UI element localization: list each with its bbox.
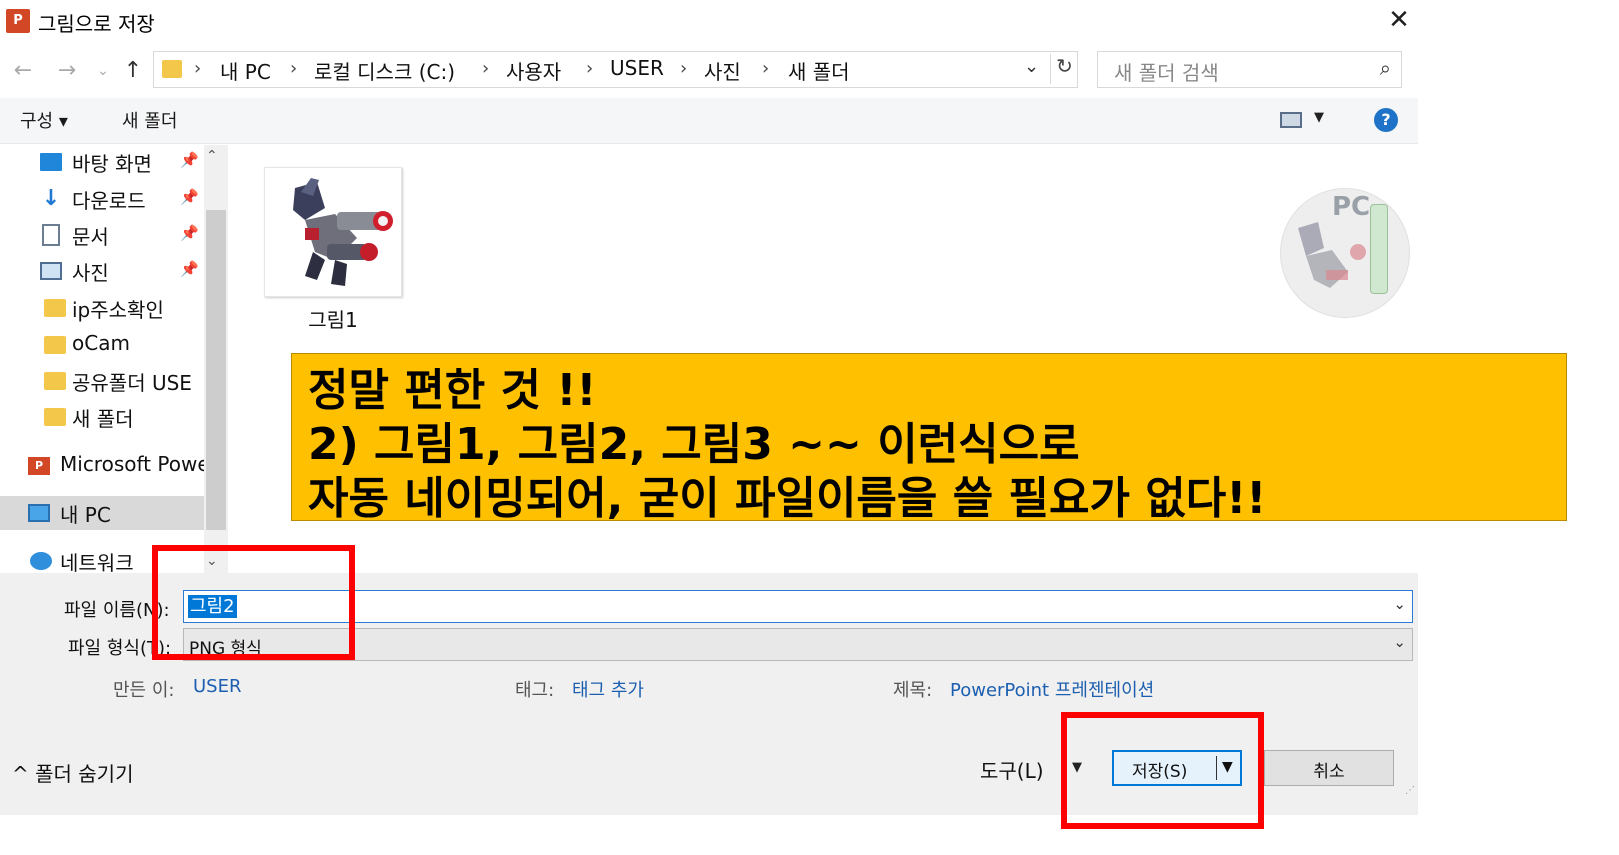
network-icon (30, 552, 52, 570)
author-value[interactable]: USER (193, 676, 241, 697)
scroll-up-icon[interactable]: ⌃ (206, 148, 218, 164)
breadcrumb-my-pc[interactable]: 내 PC (220, 56, 271, 85)
sidebar-item-my-pc[interactable]: 내 PC (0, 496, 204, 530)
sidebar-item-ocam[interactable]: oCam (0, 328, 204, 362)
folder-icon (162, 60, 182, 78)
breadcrumb-separator: › (762, 58, 770, 79)
sidebar-item-label: 다운로드 (72, 189, 146, 213)
sidebar-item-label: 네트워크 (60, 551, 134, 575)
breadcrumb-users[interactable]: 사용자 (506, 56, 561, 85)
sidebar-item-label: 내 PC (60, 503, 111, 527)
annotation-highlight-save (1061, 712, 1264, 829)
breadcrumb-separator: › (680, 58, 688, 79)
breadcrumb-pictures[interactable]: 사진 (704, 56, 741, 85)
pin-icon: 📌 (180, 260, 199, 278)
folder-icon (44, 408, 66, 426)
breadcrumb-separator: › (290, 58, 298, 79)
sidebar-item-label: 바탕 화면 (72, 152, 152, 176)
cancel-button[interactable]: 취소 (1264, 750, 1394, 786)
back-arrow-icon[interactable]: ← (10, 58, 36, 84)
view-dropdown-icon[interactable]: ▼ (1314, 110, 1324, 125)
sidebar-item-shared-folder[interactable]: 공유폴더 USE (0, 364, 204, 398)
search-input[interactable]: 새 폴더 검색 ⌕ (1097, 51, 1402, 88)
hide-folders-button[interactable]: ^ 폴더 숨기기 (12, 758, 133, 787)
soju-bottle-icon (1370, 204, 1388, 294)
powerpoint-app-icon: P (6, 9, 30, 33)
view-mode-icon[interactable] (1280, 112, 1302, 128)
help-icon[interactable]: ? (1374, 108, 1398, 132)
filetype-select[interactable]: PNG 형식 ⌄ (183, 628, 1413, 661)
cancel-button-label: 취소 (1313, 762, 1345, 782)
close-icon[interactable]: ✕ (1383, 4, 1415, 36)
file-name-label: 그림1 (308, 308, 358, 332)
search-placeholder: 새 폴더 검색 (1114, 61, 1219, 85)
sidebar-scrollbar-thumb[interactable] (206, 210, 226, 530)
sidebar-item-label: ip주소확인 (72, 298, 164, 322)
filename-input[interactable]: 그림2 ⌄ (183, 590, 1413, 623)
download-icon: ↓ (41, 186, 61, 211)
history-dropdown-icon[interactable]: ⌄ (90, 58, 116, 84)
breadcrumb-new-folder[interactable]: 새 폴더 (788, 56, 850, 85)
pin-icon: 📌 (180, 224, 199, 242)
refresh-icon[interactable]: ↻ (1050, 54, 1078, 84)
breadcrumb-user[interactable]: USER (610, 56, 664, 80)
breadcrumb-local-disk[interactable]: 로컬 디스크 (C:) (314, 56, 455, 85)
sidebar-item-label: 사진 (72, 261, 109, 285)
sidebar-item-label: 문서 (72, 225, 109, 249)
tools-menu-button[interactable]: 도구(L) (980, 755, 1044, 784)
sidebar-item-downloads[interactable]: ↓ 다운로드 📌 (0, 182, 204, 216)
search-icon[interactable]: ⌕ (1380, 56, 1391, 80)
breadcrumb-separator: › (586, 58, 594, 79)
pin-icon: 📌 (180, 188, 199, 206)
address-dropdown-icon[interactable]: ⌄ (1024, 56, 1039, 77)
folder-icon (44, 372, 66, 390)
organize-menu-button[interactable]: 구성 ▾ (20, 107, 68, 133)
title-label: 제목: (893, 680, 933, 701)
annotation-line-3: 자동 네이밍되어, 굳이 파일이름을 쓸 필요가 없다!! (308, 473, 1267, 524)
up-arrow-icon[interactable]: ↑ (120, 58, 146, 84)
forward-arrow-icon[interactable]: → (54, 58, 80, 84)
resize-grip-icon[interactable]: ⋰ (1405, 785, 1415, 796)
pc-icon (28, 504, 50, 522)
folder-icon (44, 336, 66, 354)
sidebar-item-label: 공유폴더 USE (72, 371, 192, 395)
tags-label: 태그: (515, 680, 555, 701)
annotation-highlight-filename (152, 545, 355, 660)
sidebar-item-label: Microsoft Powe (60, 452, 204, 476)
new-folder-button[interactable]: 새 폴더 (122, 107, 177, 133)
author-label: 만든 이: (113, 680, 175, 701)
pictures-icon (40, 262, 62, 280)
sidebar-item-powerpoint[interactable]: P Microsoft Powe (0, 449, 204, 483)
annotation-callout: 정말 편한 것 !! 2) 그림1, 그림2, 그림3 ~~ 이런식으로 자동 … (291, 353, 1567, 524)
sidebar-item-desktop[interactable]: 바탕 화면 📌 (0, 145, 204, 179)
dialog-title: 그림으로 저장 (38, 12, 155, 36)
sidebar-item-label: 새 폴더 (72, 407, 134, 431)
robot-image-thumbnail (293, 178, 393, 286)
pin-icon: 📌 (180, 151, 199, 169)
breadcrumb-separator: › (482, 58, 490, 79)
watermark-logo: PC (1270, 178, 1420, 328)
sidebar-item-label: oCam (72, 331, 130, 355)
address-bar[interactable]: › 내 PC › 로컬 디스크 (C:) › 사용자 › USER › 사진 ›… (153, 51, 1078, 88)
folder-icon (44, 299, 66, 317)
sidebar-item-new-folder[interactable]: 새 폴더 (0, 400, 204, 434)
tags-value[interactable]: 태그 추가 (572, 676, 644, 702)
sidebar-item-documents[interactable]: 문서 📌 (0, 218, 204, 252)
filetype-dropdown-icon[interactable]: ⌄ (1393, 633, 1406, 651)
breadcrumb-separator: › (194, 58, 202, 79)
filename-dropdown-icon[interactable]: ⌄ (1393, 595, 1406, 613)
command-toolbar: 구성 ▾ 새 폴더 ▼ ? (0, 98, 1418, 144)
sidebar-item-pictures[interactable]: 사진 📌 (0, 254, 204, 288)
file-thumbnail[interactable] (264, 167, 402, 297)
watermark-text: PC (1332, 192, 1371, 222)
sidebar-item-ip-check[interactable]: ip주소확인 (0, 291, 204, 325)
desktop-icon (40, 153, 62, 171)
document-icon (42, 224, 60, 246)
title-value[interactable]: PowerPoint 프레젠테이션 (950, 676, 1154, 702)
navigation-pane[interactable]: 바탕 화면 📌 ↓ 다운로드 📌 문서 📌 사진 📌 ip주소확인 oCam 공… (0, 145, 228, 575)
powerpoint-icon: P (28, 457, 50, 475)
